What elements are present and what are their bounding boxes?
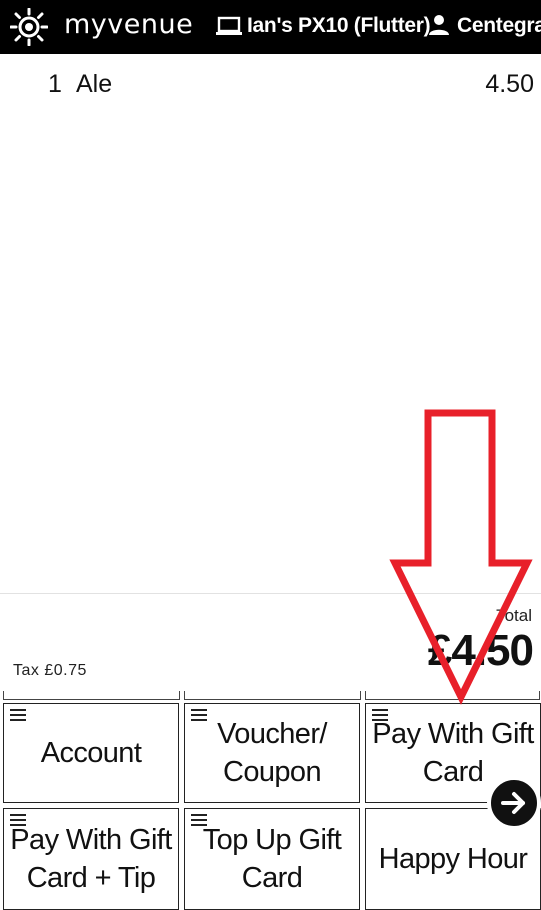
myvenue-logo-icon	[10, 8, 48, 46]
hamburger-icon	[191, 709, 207, 721]
happy-hour-button-label: Happy Hour	[378, 843, 528, 875]
order-line-price: 4.50	[485, 70, 534, 98]
total-amount: £4.50	[427, 626, 534, 675]
arrow-right-icon	[501, 792, 525, 814]
account-button-label: Account	[40, 737, 142, 769]
pay-with-gift-card-tip-button[interactable]: Pay With Gift Card + Tip	[3, 808, 179, 910]
hamburger-icon	[10, 709, 26, 721]
totals-divider	[0, 593, 541, 594]
tax-label: Tax £0.75	[13, 662, 87, 679]
device-name: Ian's PX10 (Flutter)	[247, 14, 431, 37]
brand-name: myvenue	[64, 9, 194, 40]
button-row-edge	[365, 691, 540, 700]
hamburger-icon	[191, 814, 207, 826]
next-page-button[interactable]	[487, 776, 541, 830]
person-icon	[429, 15, 449, 35]
top-up-gift-card-button[interactable]: Top Up Gift Card	[184, 808, 360, 910]
account-button[interactable]: Account	[3, 703, 179, 803]
hamburger-icon	[10, 814, 26, 826]
total-label: Total	[496, 606, 532, 625]
order-list: 1 Ale 4.50	[0, 54, 541, 592]
button-row-edge	[184, 691, 361, 700]
voucher-coupon-button-label: Voucher/ Coupon	[217, 718, 327, 788]
order-line-item: Ale	[76, 70, 113, 98]
order-line-qty: 1	[48, 70, 62, 98]
top-up-gift-card-button-label: Top Up Gift Card	[202, 824, 342, 894]
user-name: Centegra	[457, 14, 541, 37]
pay-with-gift-card-tip-button-label: Pay With Gift Card + Tip	[10, 824, 172, 894]
voucher-coupon-button[interactable]: Voucher/ Coupon	[184, 703, 360, 803]
button-row-edge	[3, 691, 180, 700]
hamburger-icon	[372, 709, 388, 721]
app-header: myvenue Ian's PX10 (Flutter) Centegra	[0, 0, 541, 54]
order-line[interactable]: 1 Ale 4.50	[0, 68, 541, 102]
laptop-icon	[216, 16, 242, 35]
